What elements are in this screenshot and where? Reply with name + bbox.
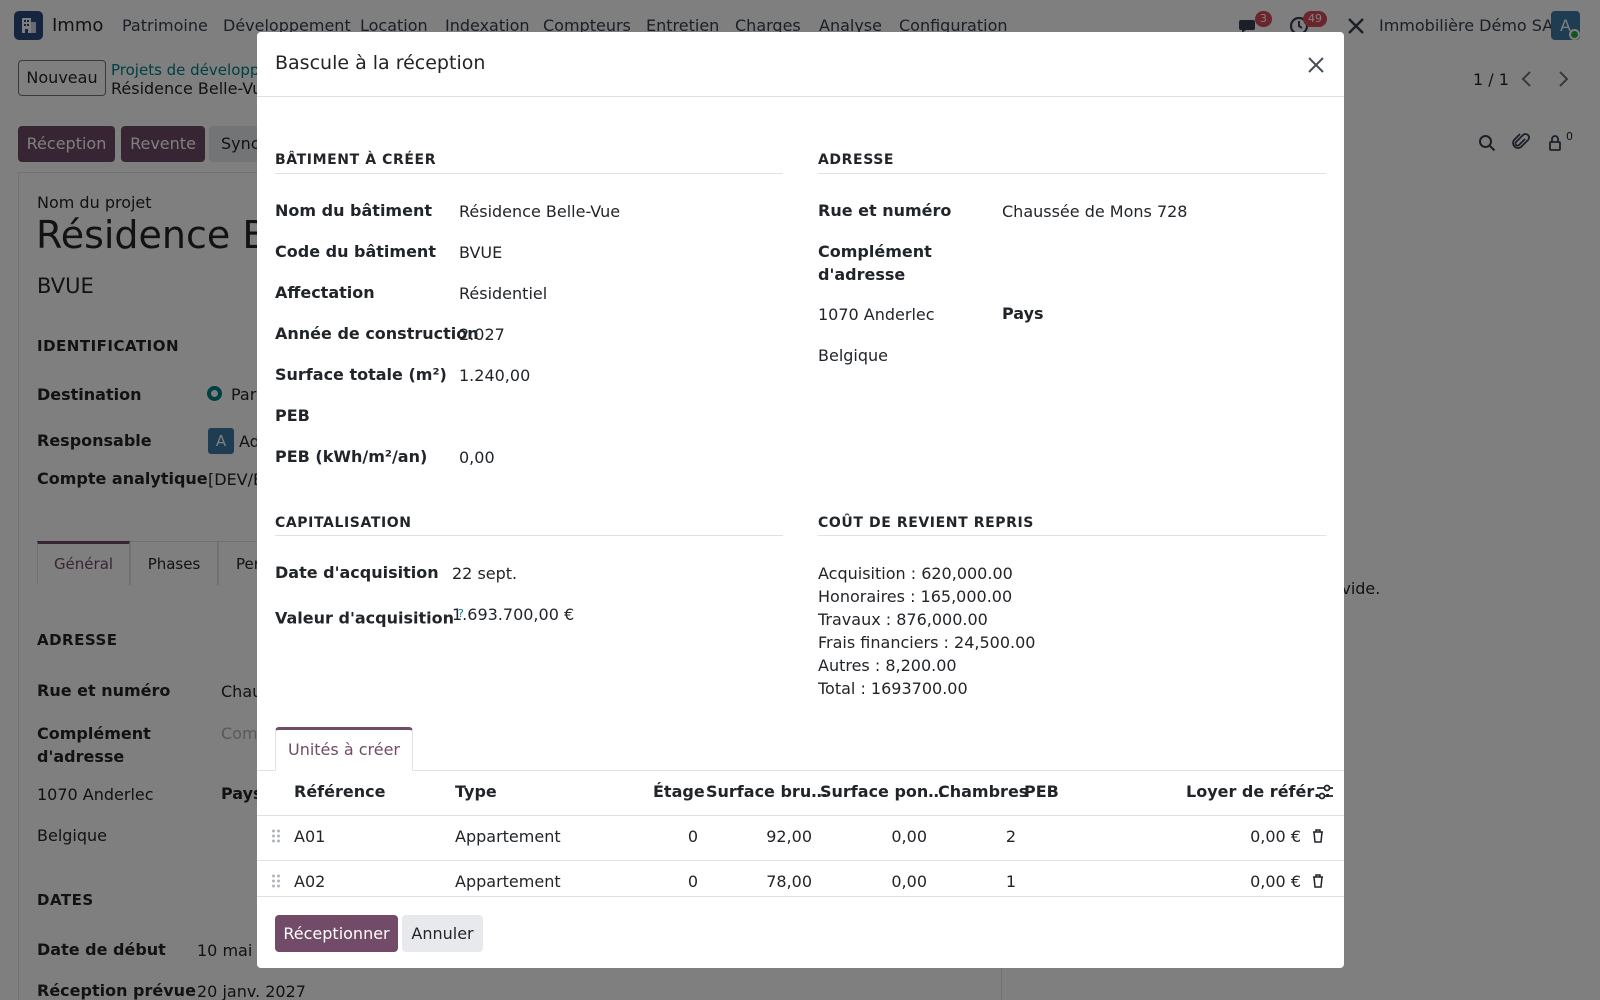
total-surface-label: Surface totale (m²)	[275, 365, 447, 384]
building-code-label: Code du bâtiment	[275, 242, 436, 261]
building-name-label: Nom du bâtiment	[275, 201, 432, 220]
reception-dialog: Bascule à la réception BÂTIMENT À CRÉER …	[257, 32, 1344, 968]
dialog-header-divider	[257, 96, 1344, 97]
street-label: Rue et numéro	[818, 201, 952, 220]
peb-kwh-label: PEB (kWh/m²/an)	[275, 447, 428, 466]
cost-line: Autres : 8,200.00	[818, 656, 957, 675]
acquisition-date-value[interactable]: 22 sept.	[452, 562, 517, 585]
section-divider	[818, 173, 1326, 174]
address-section-title: ADRESSE	[818, 152, 895, 168]
country-value[interactable]: Belgique	[818, 344, 888, 367]
cost-section-title: COÛT DE REVIENT REPRIS	[818, 515, 1034, 531]
section-divider	[275, 535, 783, 536]
cell-reference-rent[interactable]: 0,00 €	[1186, 872, 1301, 891]
tab-units-to-create[interactable]: Unités à créer	[275, 727, 413, 771]
dialog-title: Bascule à la réception	[275, 52, 486, 74]
confirm-reception-button[interactable]: Réceptionner	[275, 915, 398, 952]
drag-handle-icon[interactable]	[271, 829, 281, 843]
column-header-rooms[interactable]: Chambres	[938, 782, 1028, 801]
cell-type[interactable]: Appartement	[455, 872, 561, 891]
acquisition-date-label: Date d'acquisition	[275, 563, 439, 582]
acquisition-value-label: Valeur d'acquisition	[275, 608, 454, 628]
peb-label: PEB	[275, 406, 310, 425]
construction-year-label: Année de construction	[275, 324, 479, 343]
cell-floor[interactable]: 0	[637, 827, 698, 846]
cell-weighted-surface[interactable]: 0,00	[820, 827, 927, 846]
cell-reference[interactable]: A01	[294, 827, 325, 846]
delete-row-trash-icon[interactable]	[1312, 874, 1324, 892]
affectation-value[interactable]: Résidentiel	[459, 282, 547, 305]
column-header-weighted-surface[interactable]: Surface pon…	[820, 782, 944, 801]
drag-handle-icon[interactable]	[271, 874, 281, 888]
column-header-reference[interactable]: Référence	[294, 782, 385, 801]
cost-line: Total : 1693700.00	[818, 679, 968, 698]
cell-floor[interactable]: 0	[637, 872, 698, 891]
cell-rooms[interactable]: 2	[938, 827, 1016, 846]
cancel-button[interactable]: Annuler	[402, 915, 483, 952]
cost-line: Honoraires : 165,000.00	[818, 587, 1013, 606]
close-icon[interactable]	[1305, 54, 1327, 76]
column-header-peb[interactable]: PEB	[1024, 782, 1059, 801]
affectation-label: Affectation	[275, 283, 375, 302]
cell-weighted-surface[interactable]: 0,00	[820, 872, 927, 891]
cell-reference-rent[interactable]: 0,00 €	[1186, 827, 1301, 846]
country-label: Pays	[1002, 304, 1044, 323]
construction-year-value[interactable]: 2.027	[459, 323, 505, 346]
column-header-type[interactable]: Type	[455, 782, 497, 801]
dialog-footer-divider	[257, 896, 1344, 897]
section-divider	[275, 173, 783, 174]
street-value[interactable]: Chaussée de Mons 728	[1002, 200, 1187, 223]
building-name-value[interactable]: Résidence Belle-Vue	[459, 200, 620, 223]
building-section-title: BÂTIMENT À CRÉER	[275, 152, 437, 168]
delete-row-trash-icon[interactable]	[1312, 829, 1324, 847]
column-header-floor[interactable]: Étage	[653, 782, 705, 801]
cost-line: Frais financiers : 24,500.00	[818, 633, 1036, 652]
cell-gross-surface[interactable]: 92,00	[706, 827, 812, 846]
cell-type[interactable]: Appartement	[455, 827, 561, 846]
total-surface-value[interactable]: 1.240,00	[459, 364, 530, 387]
peb-kwh-value[interactable]: 0,00	[459, 446, 495, 469]
capitalisation-section-title: CAPITALISATION	[275, 515, 412, 531]
notebook-divider	[257, 770, 1344, 771]
optional-columns-toggle-icon[interactable]	[1316, 784, 1334, 804]
column-header-reference-rent[interactable]: Loyer de référ…	[1186, 782, 1330, 801]
cell-gross-surface[interactable]: 78,00	[706, 872, 812, 891]
cost-line: Acquisition : 620,000.00	[818, 564, 1013, 583]
acquisition-value-value[interactable]: 1.693.700,00 €	[452, 603, 574, 626]
column-header-gross-surface[interactable]: Surface bru…	[706, 782, 827, 801]
section-divider	[818, 535, 1326, 536]
zip-city-value[interactable]: 1070 Anderlec	[818, 303, 935, 326]
acquisition-value-label-wrap: Valeur d'acquisition?	[275, 602, 464, 629]
cell-rooms[interactable]: 1	[938, 872, 1016, 891]
cost-line: Travaux : 876,000.00	[818, 610, 988, 629]
complement-label: Complément d'adresse	[818, 242, 932, 284]
cell-reference[interactable]: A02	[294, 872, 325, 891]
building-code-value[interactable]: BVUE	[459, 241, 502, 264]
